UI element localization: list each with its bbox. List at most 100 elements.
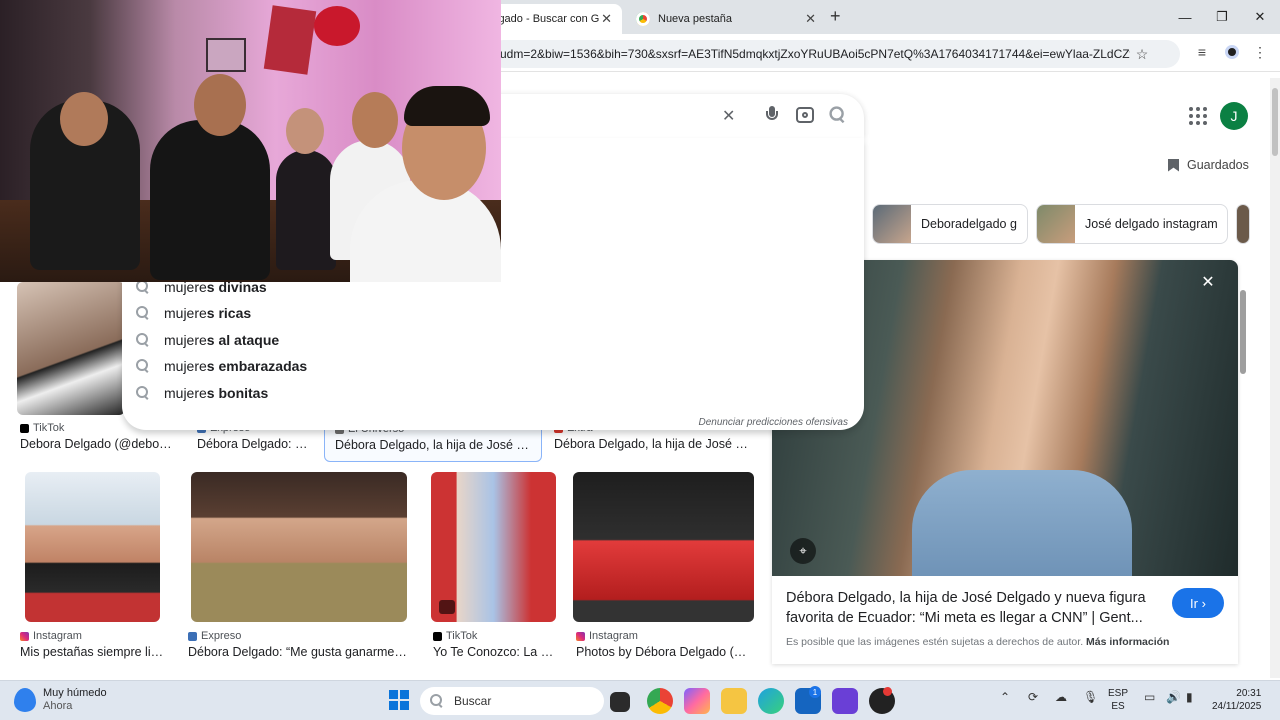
address-bar[interactable]: udm=2&biw=1536&bih=730&sxsrf=AE3TifN5dmq… xyxy=(490,40,1180,68)
battery-icon[interactable]: ▮ xyxy=(1186,690,1193,704)
weather-subtitle: Ahora xyxy=(43,700,73,712)
lens-search-icon[interactable]: ⌖ xyxy=(790,538,816,564)
network-icon[interactable]: ▭ xyxy=(1144,690,1155,704)
microphone-icon[interactable]: 🎙 xyxy=(1083,690,1098,704)
alert-dot xyxy=(883,687,892,696)
clock[interactable]: 20:31 24/11/2025 xyxy=(1212,687,1261,713)
report-predictions-link[interactable]: Denunciar predicciones ofensivas xyxy=(698,417,848,428)
language-indicator[interactable]: ESP ES xyxy=(1108,687,1128,713)
result-card[interactable]: TikTok Yo Te Conozco: La … xyxy=(433,628,555,659)
minimize-button[interactable]: — xyxy=(1166,0,1204,34)
result-image[interactable] xyxy=(25,472,160,622)
red-caps xyxy=(314,6,360,46)
media-control-icon[interactable]: ≡ xyxy=(1190,40,1214,64)
result-title: Mis pestañas siempre lin… xyxy=(20,645,170,659)
tab-new[interactable]: Nueva pestaña ✕ xyxy=(626,4,826,34)
wall-poster xyxy=(263,5,317,75)
sync-icon[interactable]: ⟳ xyxy=(1028,690,1038,704)
profile-icon[interactable] xyxy=(1220,40,1244,64)
result-card[interactable]: Instagram Photos by Débora Delgado (… xyxy=(576,628,754,659)
chip-jose-delgado[interactable]: José delgado instagram xyxy=(1036,204,1228,244)
denim-jacket-shape xyxy=(912,470,1132,576)
weather-widget[interactable]: Muy húmedo Ahora xyxy=(43,687,107,713)
notification-badge: 1 xyxy=(809,686,821,698)
panel-scrollbar[interactable] xyxy=(1238,262,1248,660)
tiktok-icon xyxy=(433,631,442,641)
apps-grid-icon[interactable] xyxy=(1186,104,1208,126)
person-face xyxy=(286,108,324,154)
avatar[interactable]: J xyxy=(1220,102,1248,130)
result-image[interactable] xyxy=(17,282,125,415)
file-explorer-icon[interactable] xyxy=(721,688,747,714)
suggestion-item[interactable]: mujere s bonitas xyxy=(136,380,268,406)
taskbar-search[interactable]: Buscar xyxy=(420,687,604,715)
chrome-icon[interactable] xyxy=(647,688,673,714)
saved-label: Guardados xyxy=(1187,158,1249,172)
suggestion-item[interactable]: mujere s al ataque xyxy=(136,327,279,353)
search-icon[interactable] xyxy=(829,106,848,125)
result-source: Instagram xyxy=(33,630,82,642)
chip-thumbnail xyxy=(1037,205,1075,243)
suggestion-prefix: mujere xyxy=(164,385,207,401)
suggestion-completion: s ricas xyxy=(206,305,252,321)
new-tab-button[interactable]: + xyxy=(830,6,841,27)
maximize-button[interactable]: ❐ xyxy=(1203,0,1241,34)
language-bottom: ES xyxy=(1111,701,1125,712)
result-title: Debora Delgado (@debor… xyxy=(20,437,172,451)
result-title: Photos by Débora Delgado (… xyxy=(576,645,747,659)
edge-icon[interactable] xyxy=(758,688,784,714)
result-image[interactable] xyxy=(573,472,754,622)
result-title: Yo Te Conozco: La … xyxy=(433,645,554,659)
suggestion-item[interactable]: mujere s embarazadas xyxy=(136,353,307,379)
person-shape xyxy=(150,120,270,280)
expreso-icon xyxy=(188,631,197,641)
result-image[interactable] xyxy=(191,472,407,622)
clock-date: 24/11/2025 xyxy=(1212,701,1262,712)
chip-more[interactable] xyxy=(1236,204,1250,244)
taskbar-search-placeholder: Buscar xyxy=(454,694,492,708)
cloud-icon[interactable]: ☁ xyxy=(1055,690,1067,704)
microphone-icon[interactable] xyxy=(766,106,778,126)
close-window-button[interactable]: ✕ xyxy=(1241,0,1279,34)
result-title: Débora Delgado: “… xyxy=(197,437,309,451)
tab-title: lgado - Buscar con G xyxy=(496,13,600,25)
task-view-icon[interactable] xyxy=(610,692,630,712)
close-preview-icon[interactable]: ✕ xyxy=(1196,270,1220,294)
result-image[interactable] xyxy=(431,472,556,622)
suggestion-prefix: mujere xyxy=(164,358,207,374)
result-title: Débora Delgado, la hija de José D… xyxy=(335,438,531,452)
weather-droplet-icon[interactable] xyxy=(14,688,36,712)
person-face xyxy=(352,92,398,148)
weather-title: Muy húmedo xyxy=(43,687,107,699)
tray-chevron-icon[interactable]: ⌃ xyxy=(1000,690,1010,704)
windows-start-icon[interactable] xyxy=(389,690,409,710)
suggestion-item[interactable]: mujere s ricas xyxy=(136,300,251,326)
saved-link[interactable]: Guardados xyxy=(1168,158,1249,172)
instagram-icon xyxy=(20,631,29,641)
chip-deboradelgado[interactable]: Deboradelgado g xyxy=(872,204,1028,244)
tab-title: Nueva pestaña xyxy=(658,13,732,25)
chrome-icon xyxy=(636,12,650,26)
copilot-icon[interactable] xyxy=(684,688,710,714)
more-info-link[interactable]: Más información xyxy=(1086,636,1169,648)
close-tab-icon[interactable]: ✕ xyxy=(805,11,816,27)
app-icon[interactable] xyxy=(832,688,858,714)
language-top: ESP xyxy=(1108,688,1129,699)
tab-search[interactable]: lgado - Buscar con G ✕ xyxy=(486,4,622,34)
volume-icon[interactable]: 🔊 xyxy=(1166,690,1181,704)
result-source: Expreso xyxy=(201,630,242,642)
go-button[interactable]: Ir › xyxy=(1172,588,1224,618)
page-scrollbar[interactable] xyxy=(1270,78,1280,678)
menu-kebab-icon[interactable]: ⋮ xyxy=(1248,40,1272,64)
search-icon xyxy=(136,280,150,294)
chip-thumbnail xyxy=(873,205,911,243)
result-title: Débora Delgado, la hija de José D… xyxy=(554,437,754,451)
camera-lens-icon[interactable] xyxy=(796,107,814,123)
preview-title[interactable]: Débora Delgado, la hija de José Delgado … xyxy=(786,588,1166,628)
bookmark-star-icon[interactable]: ☆ xyxy=(1130,42,1154,66)
result-card[interactable]: Instagram Mis pestañas siempre lin… xyxy=(20,628,170,659)
close-tab-icon[interactable]: ✕ xyxy=(601,11,612,27)
clear-search-icon[interactable]: ✕ xyxy=(722,106,735,126)
search-box[interactable]: ✕ xyxy=(470,94,864,138)
result-card[interactable]: Expreso Débora Delgado: “Me gusta ganarm… xyxy=(188,628,408,659)
